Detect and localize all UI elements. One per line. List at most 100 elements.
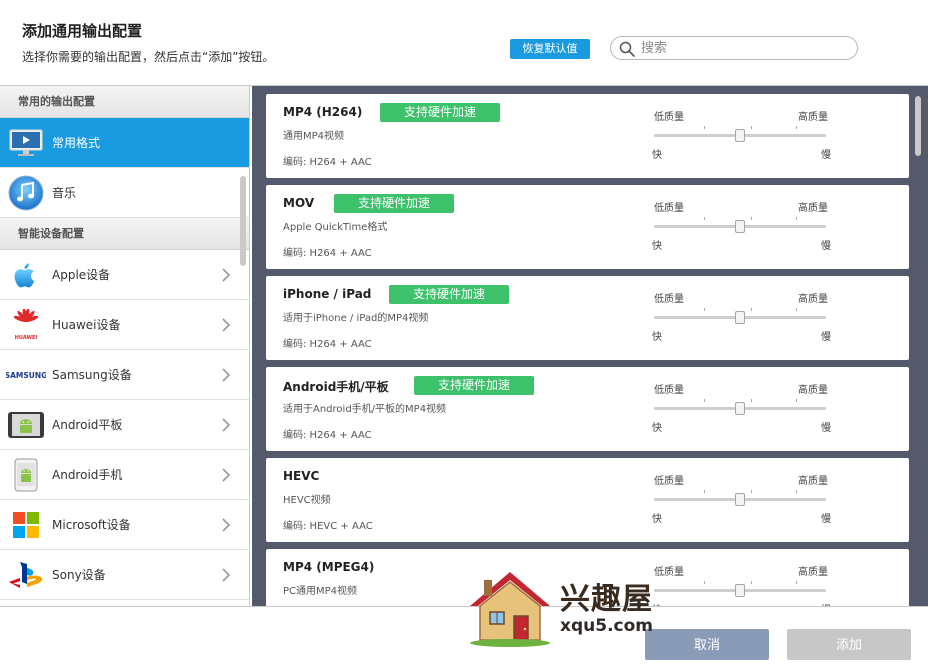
chevron-right-icon: [222, 568, 231, 582]
slider-tick: [796, 308, 797, 311]
profile-name: MOV: [283, 196, 315, 210]
profile-card[interactable]: Android手机/平板 支持硬件加速 适用于Android手机/平板的MP4视频编…: [266, 367, 909, 451]
music-note-icon: [8, 175, 44, 210]
huawei-logo-icon: HUAWEI: [13, 308, 39, 341]
profile-name: MP4 (H264): [283, 105, 363, 119]
fast-speed-label: 快: [652, 423, 662, 434]
profile-list-scrollbar[interactable]: [915, 96, 921, 156]
profile-description: PC通用MP4视频: [283, 586, 358, 597]
profile-name: iPhone / iPad: [283, 287, 372, 301]
search-box[interactable]: [610, 36, 858, 60]
sidebar-item-apple[interactable]: Apple设备: [0, 250, 249, 300]
sidebar-item-label: 常用格式: [52, 136, 101, 150]
sidebar-item-label: Microsoft设备: [52, 518, 131, 532]
profile-description: 适用于Android手机/平板的MP4视频: [283, 404, 447, 415]
sidebar-item-label: Samsung设备: [52, 368, 132, 382]
chevron-right-icon: [222, 468, 231, 482]
sidebar-item-label: 音乐: [52, 186, 77, 200]
profile-codec: 编码: H264 + AAC: [283, 339, 372, 350]
sidebar-item-samsung[interactable]: SAMSUNG Samsung设备: [0, 350, 249, 400]
watermark-brand: 兴趣屋: [560, 582, 653, 617]
profile-card[interactable]: MOV 支持硬件加速 Apple QuickTime格式 编码: H264 + AAC…: [266, 185, 909, 269]
sidebar-item-label: Sony设备: [52, 568, 106, 582]
profile-list: MP4 (H264) 支持硬件加速 通用MP4视频 编码: H264 + AAC 低质量…: [252, 86, 928, 606]
profile-card[interactable]: iPhone / iPad 支持硬件加速 适用于iPhone / iPad的MP4视…: [266, 276, 909, 360]
slider-tick: [751, 217, 752, 220]
sidebar-item-huawei[interactable]: HUAWEI Huawei设备: [0, 300, 249, 350]
high-quality-label: 高质量: [798, 203, 828, 214]
low-quality-label: 低质量: [654, 294, 684, 305]
slider-tick: [751, 490, 752, 493]
hardware-acceleration-badge: 支持硬件加速: [380, 103, 500, 122]
slider-tick: [751, 581, 752, 584]
high-quality-label: 高质量: [798, 112, 828, 123]
search-input[interactable]: [641, 39, 846, 57]
sidebar-item-label: Apple设备: [52, 268, 111, 282]
profile-codec: 编码: H264 + AAC: [283, 430, 372, 441]
sidebar-item-label: Android手机: [52, 468, 123, 482]
sidebar-item-music[interactable]: 音乐: [0, 168, 249, 218]
sidebar-item-android-tablet[interactable]: Android平板: [0, 400, 249, 450]
android-phone-icon: [14, 458, 38, 491]
add-button[interactable]: 添加: [787, 629, 911, 660]
huawei-wordmark: HUAWEI: [15, 335, 38, 341]
sidebar-section-common: 常用的输出配置: [0, 86, 249, 118]
site-watermark: 兴趣屋 xqu5.com: [462, 566, 662, 648]
fast-speed-label: 快: [652, 150, 662, 161]
slider-tick: [796, 126, 797, 129]
slider-tick: [704, 308, 705, 311]
fast-speed-label: 快: [652, 241, 662, 252]
slider-tick: [704, 126, 705, 129]
dialog-window: 添加通用输出配置 选择你需要的输出配置，然后点击“添加”按钮。 恢复默认值 常用…: [0, 0, 928, 672]
profile-codec: 编码: H264 + AAC: [283, 248, 372, 259]
slow-speed-label: 慢: [821, 423, 831, 434]
sidebar-item-android-phone[interactable]: Android手机: [0, 450, 249, 500]
quality-slider-thumb[interactable]: [735, 402, 745, 415]
quality-slider-thumb[interactable]: [735, 493, 745, 506]
profile-description: 适用于iPhone / iPad的MP4视频: [283, 313, 429, 324]
monitor-icon: [9, 129, 43, 156]
sidebar-scrollbar[interactable]: [240, 176, 246, 266]
sidebar-item-label: Huawei设备: [52, 318, 121, 332]
dialog-title: 添加通用输出配置: [22, 22, 143, 40]
chevron-right-icon: [222, 518, 231, 532]
cancel-button[interactable]: 取消: [645, 629, 769, 660]
house-logo-icon: [470, 572, 550, 647]
profile-codec: 编码: H264 + AAC: [283, 157, 372, 168]
profile-name: HEVC: [283, 469, 320, 483]
low-quality-label: 低质量: [654, 112, 684, 123]
sidebar-item-sony[interactable]: Sony设备: [0, 550, 249, 600]
quality-slider-thumb[interactable]: [735, 584, 745, 597]
sidebar-item-microsoft[interactable]: Microsoft设备: [0, 500, 249, 550]
high-quality-label: 高质量: [798, 294, 828, 305]
quality-slider-thumb[interactable]: [735, 220, 745, 233]
sidebar-item-common-formats[interactable]: 常用格式: [0, 118, 249, 168]
high-quality-label: 高质量: [798, 385, 828, 396]
quality-slider-thumb[interactable]: [735, 311, 745, 324]
search-icon: [619, 41, 635, 57]
slider-tick: [704, 581, 705, 584]
quality-slider-thumb[interactable]: [735, 129, 745, 142]
slider-tick: [751, 126, 752, 129]
slider-tick: [796, 217, 797, 220]
playstation-logo-icon: [9, 561, 43, 588]
slider-tick: [704, 217, 705, 220]
microsoft-logo-icon: [13, 511, 39, 538]
slow-speed-label: 慢: [821, 514, 831, 525]
low-quality-label: 低质量: [654, 385, 684, 396]
category-sidebar: 常用的输出配置 常用格式 音乐 智能设备配置 Apple设备 HUAWEI Hu…: [0, 86, 250, 606]
high-quality-label: 高质量: [798, 476, 828, 487]
profile-description: Apple QuickTime格式: [283, 222, 388, 233]
profile-codec: 编码: HEVC + AAC: [283, 521, 373, 532]
profile-card[interactable]: HEVC HEVC视频 编码: HEVC + AAC 低质量 高质量快 慢: [266, 458, 909, 542]
fast-speed-label: 快: [652, 332, 662, 343]
profile-card[interactable]: MP4 (H264) 支持硬件加速 通用MP4视频 编码: H264 + AAC 低质量…: [266, 94, 909, 178]
watermark-url: xqu5.com: [560, 616, 653, 636]
slider-tick: [751, 308, 752, 311]
restore-defaults-button[interactable]: 恢复默认值: [510, 39, 590, 59]
apple-logo-icon: [14, 262, 35, 287]
slider-tick: [796, 581, 797, 584]
dialog-subtitle: 选择你需要的输出配置，然后点击“添加”按钮。: [22, 50, 275, 64]
slider-tick: [751, 399, 752, 402]
dialog-header: 添加通用输出配置 选择你需要的输出配置，然后点击“添加”按钮。 恢复默认值: [0, 0, 928, 86]
